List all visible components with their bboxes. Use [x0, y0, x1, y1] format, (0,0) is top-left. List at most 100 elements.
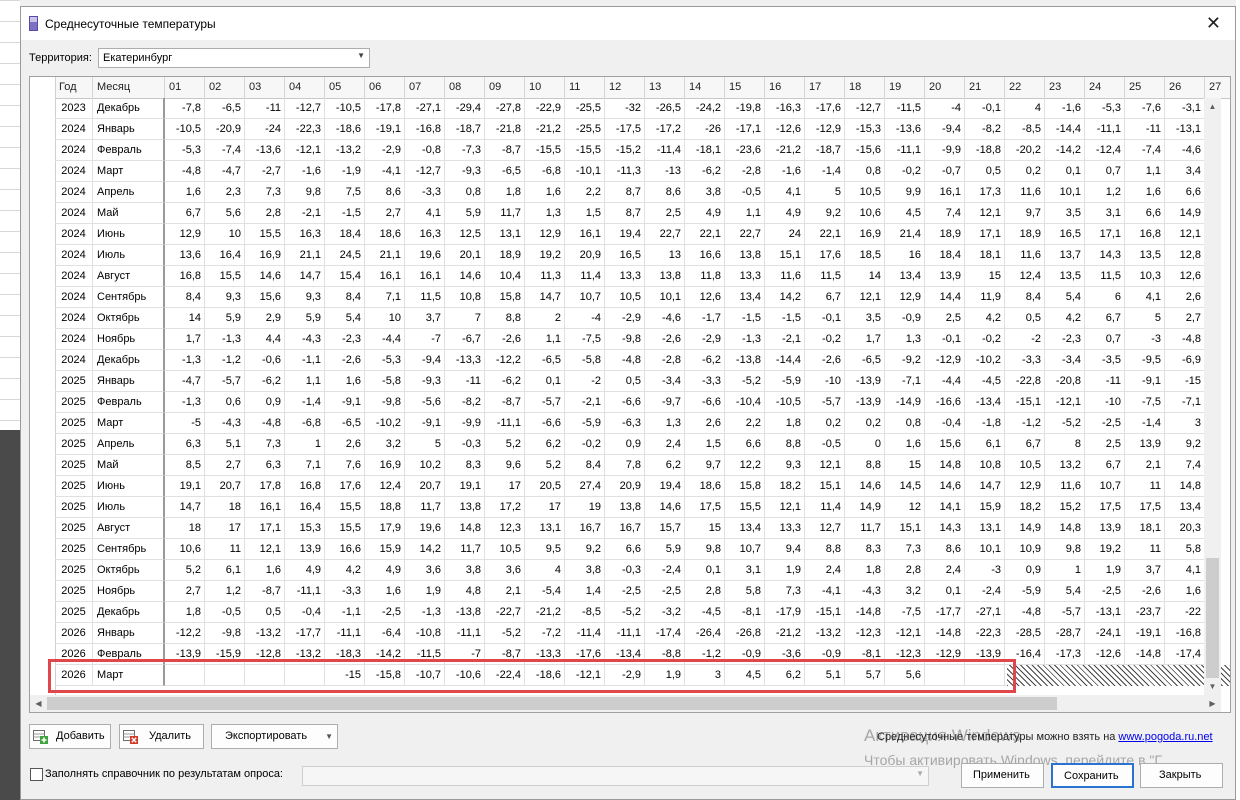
fill-from-poll-checkbox[interactable]: [30, 768, 43, 781]
temperature-cell[interactable]: -13,2: [245, 623, 285, 644]
temperature-cell[interactable]: 7,6: [325, 455, 365, 476]
temperature-cell[interactable]: 13,4: [1165, 497, 1205, 518]
temperature-cell[interactable]: 16: [885, 245, 925, 266]
temperature-cell[interactable]: 5: [1125, 308, 1165, 329]
temperature-cell[interactable]: -2,1: [565, 392, 605, 413]
temperature-cell[interactable]: 13,3: [765, 518, 805, 539]
month-cell[interactable]: Апрель: [93, 434, 165, 455]
column-header-day-05[interactable]: 05: [325, 77, 365, 98]
temperature-cell[interactable]: 13,4: [885, 266, 925, 287]
temperature-cell[interactable]: 0,8: [445, 182, 485, 203]
temperature-cell[interactable]: -0,4: [925, 413, 965, 434]
temperature-cell[interactable]: -10,2: [965, 350, 1005, 371]
temperature-cell[interactable]: -24,1: [1085, 623, 1125, 644]
temperature-cell[interactable]: -5,3: [365, 350, 405, 371]
column-header-day-02[interactable]: 02: [205, 77, 245, 98]
temperature-cell[interactable]: 11,5: [405, 287, 445, 308]
temperature-cell[interactable]: -2,6: [485, 329, 525, 350]
temperature-cell[interactable]: -1,2: [205, 350, 245, 371]
temperature-cell[interactable]: 14,7: [165, 497, 205, 518]
temperature-cell[interactable]: -14,4: [765, 350, 805, 371]
temperature-cell[interactable]: 15,6: [925, 434, 965, 455]
vertical-scrollbar[interactable]: ▲ ▼: [1204, 98, 1221, 695]
temperature-cell[interactable]: 16,7: [565, 518, 605, 539]
temperature-cell[interactable]: 22,1: [685, 224, 725, 245]
year-cell[interactable]: 2025: [55, 581, 93, 602]
temperature-cell[interactable]: 0,6: [205, 392, 245, 413]
temperature-cell[interactable]: 16,8: [165, 266, 205, 287]
table-row[interactable]: 2025 Март -5 -4,3 -4,8 -6,8 -6,5 -10,2 -9,1 -9,9-…: [55, 413, 1230, 434]
temperature-cell[interactable]: -32: [605, 98, 645, 119]
export-button[interactable]: Экспортировать ▼: [211, 724, 338, 749]
temperature-cell[interactable]: 5,9: [445, 203, 485, 224]
temperature-cell[interactable]: -28,7: [1045, 623, 1085, 644]
temperature-cell[interactable]: 2,5: [1085, 434, 1125, 455]
temperature-cell[interactable]: 6,3: [165, 434, 205, 455]
temperature-cell[interactable]: -22,7: [485, 602, 525, 623]
temperature-cell[interactable]: -24: [245, 119, 285, 140]
temperature-cell[interactable]: 1,2: [1085, 182, 1125, 203]
temperature-cell[interactable]: 2,8: [245, 203, 285, 224]
temperature-cell[interactable]: -22,3: [965, 623, 1005, 644]
temperature-cell[interactable]: -13,6: [245, 140, 285, 161]
temperature-cell[interactable]: 0,2: [805, 413, 845, 434]
temperature-cell[interactable]: 2,4: [805, 560, 845, 581]
temperature-cell[interactable]: -14,8: [1125, 644, 1165, 665]
temperature-cell[interactable]: -13,9: [845, 392, 885, 413]
temperature-cell[interactable]: -5,8: [565, 350, 605, 371]
table-row[interactable]: 2024 Июль 13,6 16,4 16,9 21,1 24,5 21,1 19,6 20,1…: [55, 245, 1230, 266]
temperature-cell[interactable]: 8,8: [765, 434, 805, 455]
temperature-cell[interactable]: -2,3: [325, 329, 365, 350]
temperature-cell[interactable]: 5,1: [205, 434, 245, 455]
year-cell[interactable]: 2025: [55, 392, 93, 413]
temperature-cell[interactable]: 1,4: [565, 581, 605, 602]
table-row[interactable]: 2025 Октябрь 5,2 6,1 1,6 4,9 4,2 4,9 3,6 3,8 3,6 4 3…: [55, 560, 1230, 581]
temperature-cell[interactable]: 14,8: [1165, 476, 1205, 497]
temperature-cell[interactable]: 12,1: [805, 455, 845, 476]
temperature-cell[interactable]: 13,6: [165, 245, 205, 266]
temperature-cell[interactable]: -10,5: [325, 98, 365, 119]
temperature-cell[interactable]: -2,5: [365, 602, 405, 623]
temperature-cell[interactable]: -7,1: [885, 371, 925, 392]
temperature-cell[interactable]: 4,9: [285, 560, 325, 581]
temperature-cell[interactable]: 8: [1045, 434, 1085, 455]
temperature-cell[interactable]: -27,1: [405, 98, 445, 119]
temperature-cell[interactable]: -1,6: [765, 161, 805, 182]
temperature-cell[interactable]: 6: [1085, 287, 1125, 308]
temperature-cell[interactable]: 15,1: [885, 518, 925, 539]
month-cell[interactable]: Март: [93, 413, 165, 434]
temperature-cell[interactable]: -4,8: [165, 161, 205, 182]
vertical-scroll-thumb[interactable]: [1206, 558, 1219, 678]
temperature-cell[interactable]: 15,2: [1045, 497, 1085, 518]
temperature-cell[interactable]: 12,9: [165, 224, 205, 245]
temperature-cell[interactable]: 18,6: [365, 224, 405, 245]
temperature-cell[interactable]: 6,7: [1085, 308, 1125, 329]
temperature-cell[interactable]: 16,3: [405, 224, 445, 245]
year-cell[interactable]: 2025: [55, 518, 93, 539]
temperature-cell[interactable]: 14,7: [525, 287, 565, 308]
temperature-cell[interactable]: -11,1: [485, 413, 525, 434]
temperature-cell[interactable]: 12,6: [685, 287, 725, 308]
temperature-cell[interactable]: -12,6: [1085, 644, 1125, 665]
temperature-cell[interactable]: 12,1: [845, 287, 885, 308]
temperature-cell[interactable]: 2,4: [645, 434, 685, 455]
temperature-cell[interactable]: 14,6: [925, 476, 965, 497]
temperature-cell[interactable]: 1,9: [405, 581, 445, 602]
temperature-cell[interactable]: -12,1: [285, 140, 325, 161]
temperature-cell[interactable]: 5,6: [205, 203, 245, 224]
temperature-cell[interactable]: -9,3: [405, 371, 445, 392]
temperature-cell[interactable]: 0,9: [605, 434, 645, 455]
temperature-cell[interactable]: -24,2: [685, 98, 725, 119]
temperature-cell[interactable]: 15,5: [325, 497, 365, 518]
temperature-cell[interactable]: -7,8: [165, 98, 205, 119]
temperature-cell[interactable]: 11,7: [405, 497, 445, 518]
table-row[interactable]: 2025 Июль 14,7 18 16,1 16,4 15,5 18,8 11,7 13,8 17…: [55, 497, 1230, 518]
temperature-cell[interactable]: 17,8: [245, 476, 285, 497]
temperature-cell[interactable]: -2,1: [285, 203, 325, 224]
temperature-cell[interactable]: -6,4: [365, 623, 405, 644]
temperature-cell[interactable]: 14,8: [445, 518, 485, 539]
column-header-day-26[interactable]: 26: [1165, 77, 1205, 98]
temperature-cell[interactable]: 15,9: [965, 497, 1005, 518]
temperature-cell[interactable]: -10: [1085, 392, 1125, 413]
temperature-cell[interactable]: -2,5: [605, 581, 645, 602]
